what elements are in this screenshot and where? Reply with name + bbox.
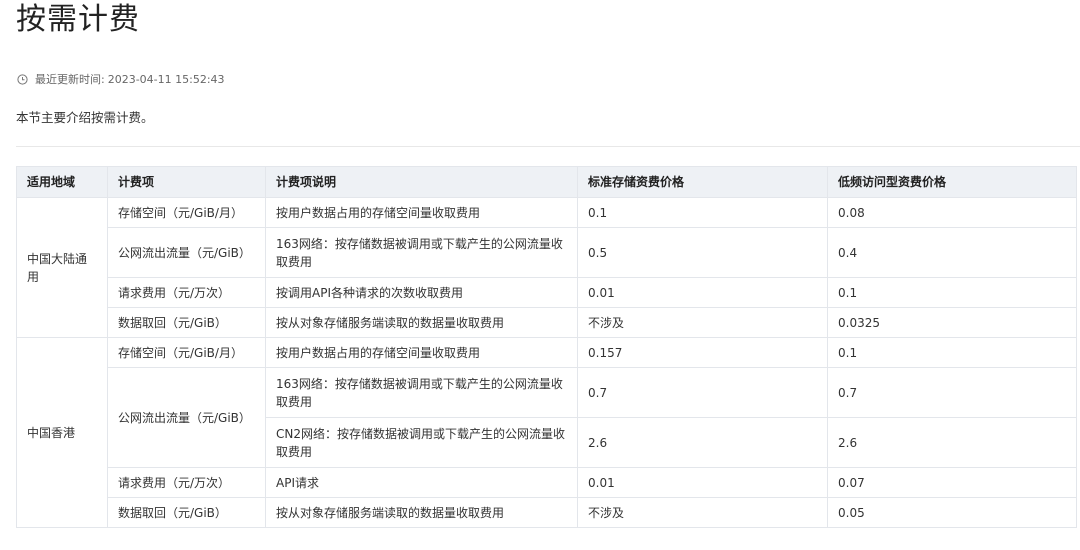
item-cell: 公网流出流量（元/GiB） — [107, 367, 266, 468]
low-frequency-price-cell: 0.4 — [827, 227, 1077, 278]
table-row: 请求费用（元/万次） 按调用API各种请求的次数收取费用 0.01 0.1 — [17, 277, 1077, 308]
update-label: 最近更新时间: — [35, 73, 105, 86]
description-cell: CN2网络：按存储数据被调用或下载产生的公网流量收取费用 — [265, 417, 578, 468]
low-frequency-price-cell: 0.05 — [827, 497, 1077, 528]
table-row: 中国香港 存储空间（元/GiB/月） 按用户数据占用的存储空间量收取费用 0.1… — [16, 337, 1077, 528]
table-row: 数据取回（元/GiB） 按从对象存储服务端读取的数据量收取费用 不涉及 0.05 — [17, 497, 1077, 528]
standard-price-cell: 0.7 — [577, 367, 828, 418]
low-frequency-price-cell: 0.0325 — [827, 307, 1077, 338]
standard-price-cell: 0.157 — [577, 337, 828, 368]
description-cell: 163网络：按存储数据被调用或下载产生的公网流量收取费用 — [265, 367, 578, 418]
table-row: 公网流出流量（元/GiB） 163网络：按存储数据被调用或下载产生的公网流量收取… — [17, 227, 1077, 278]
header-description: 计费项说明 — [265, 166, 578, 198]
description-cell: 按从对象存储服务端读取的数据量收取费用 — [265, 497, 578, 528]
item-cell: 数据取回（元/GiB） — [107, 497, 266, 528]
header-region: 适用地域 — [16, 166, 108, 198]
table-header-row: 适用地域 计费项 计费项说明 标准存储资费价格 低频访问型资费价格 — [16, 166, 1077, 198]
divider — [16, 146, 1080, 147]
standard-price-cell: 不涉及 — [577, 497, 828, 528]
page-title: 按需计费 — [16, 2, 140, 37]
header-item: 计费项 — [107, 166, 266, 198]
standard-price-cell: 0.01 — [577, 467, 828, 498]
item-cell: 公网流出流量（元/GiB） — [107, 227, 266, 278]
description-cell: 按从对象存储服务端读取的数据量收取费用 — [265, 307, 578, 338]
update-time: 2023-04-11 15:52:43 — [107, 72, 225, 86]
intro-text: 本节主要介绍按需计费。 — [16, 110, 154, 125]
item-cell: 存储空间（元/GiB/月） — [107, 197, 266, 228]
standard-price-cell: 0.5 — [577, 227, 828, 278]
table-row: 数据取回（元/GiB） 按从对象存储服务端读取的数据量收取费用 不涉及 0.03… — [17, 307, 1077, 338]
item-cell: 存储空间（元/GiB/月） — [107, 337, 266, 368]
description-cell: 按用户数据占用的存储空间量收取费用 — [265, 337, 578, 368]
header-low-frequency-price: 低频访问型资费价格 — [827, 166, 1077, 198]
table-row: 请求费用（元/万次） API请求 0.01 0.07 — [17, 467, 1077, 498]
item-cell: 请求费用（元/万次） — [107, 277, 266, 308]
table-row: 公网流出流量（元/GiB） 163网络：按存储数据被调用或下载产生的公网流量收取… — [17, 367, 1077, 468]
description-cell: 按调用API各种请求的次数收取费用 — [265, 277, 578, 308]
low-frequency-price-cell: 2.6 — [827, 417, 1077, 468]
standard-price-cell: 0.01 — [577, 277, 828, 308]
last-updated: 最近更新时间: 2023-04-11 15:52:43 — [17, 71, 225, 87]
standard-price-cell: 2.6 — [577, 417, 828, 468]
region-cell: 中国香港 — [16, 337, 108, 528]
description-cell: API请求 — [265, 467, 578, 498]
clock-icon — [17, 73, 28, 85]
standard-price-cell: 不涉及 — [577, 307, 828, 338]
low-frequency-price-cell: 0.1 — [827, 277, 1077, 308]
description-cell: 163网络：按存储数据被调用或下载产生的公网流量收取费用 — [265, 227, 578, 278]
pricing-table: 适用地域 计费项 计费项说明 标准存储资费价格 低频访问型资费价格 中国大陆通用… — [16, 166, 1077, 528]
standard-price-cell: 0.1 — [577, 197, 828, 228]
item-cell: 数据取回（元/GiB） — [107, 307, 266, 338]
low-frequency-price-cell: 0.08 — [827, 197, 1077, 228]
item-cell: 请求费用（元/万次） — [107, 467, 266, 498]
region-cell: 中国大陆通用 — [16, 197, 108, 338]
low-frequency-price-cell: 0.7 — [827, 367, 1077, 418]
low-frequency-price-cell: 0.1 — [827, 337, 1077, 368]
table-row: 中国大陆通用 存储空间（元/GiB/月） 按用户数据占用的存储空间量收取费用 0… — [16, 197, 1077, 338]
low-frequency-price-cell: 0.07 — [827, 467, 1077, 498]
description-cell: 按用户数据占用的存储空间量收取费用 — [265, 197, 578, 228]
header-standard-price: 标准存储资费价格 — [577, 166, 828, 198]
